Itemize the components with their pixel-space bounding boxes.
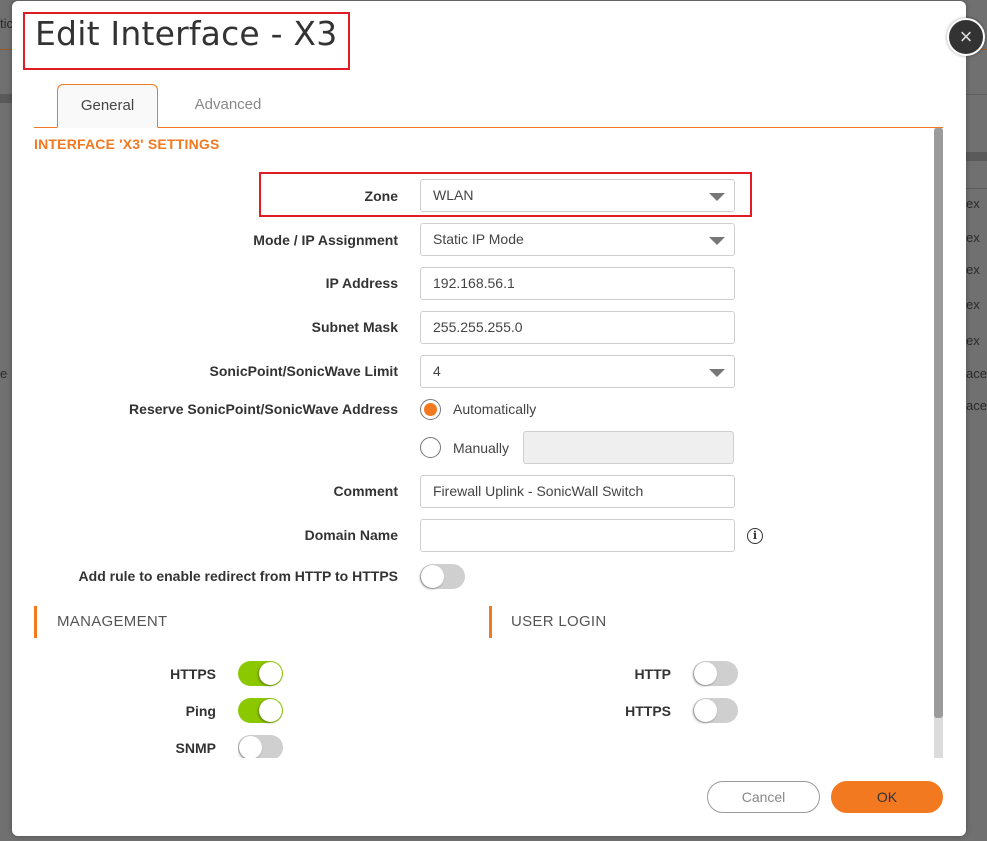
radio-manually-label: Manually xyxy=(453,440,510,456)
radio-automatically-label: Automatically xyxy=(453,401,537,417)
mode-select[interactable]: Static IP Mode xyxy=(420,223,735,256)
manual-address-input[interactable] xyxy=(523,431,734,464)
user-login-http-label: HTTP xyxy=(634,666,671,682)
close-icon: × xyxy=(959,24,973,49)
redirect-toggle[interactable] xyxy=(420,564,465,589)
zone-value: WLAN xyxy=(433,187,474,203)
domain-name-input[interactable] xyxy=(420,519,735,552)
bg-band xyxy=(966,152,987,161)
bg-fragment: e xyxy=(0,366,8,381)
close-button[interactable]: × xyxy=(947,18,985,56)
toggle-knob xyxy=(421,565,444,588)
sonicpoint-limit-value: 4 xyxy=(433,363,441,379)
mode-label: Mode / IP Assignment xyxy=(253,232,398,248)
user-login-https-toggle[interactable] xyxy=(693,698,738,723)
toggle-knob xyxy=(694,662,717,685)
user-login-title: USER LOGIN xyxy=(511,613,607,630)
domain-name-label: Domain Name xyxy=(304,527,398,543)
management-https-toggle[interactable] xyxy=(238,661,283,686)
management-title: MANAGEMENT xyxy=(57,613,168,630)
user-login-accent-bar xyxy=(489,606,492,638)
bg-divider xyxy=(0,49,12,50)
ip-address-input[interactable]: 192.168.56.1 xyxy=(420,267,735,300)
bg-fragment: ace xyxy=(966,398,987,413)
subnet-mask-label: Subnet Mask xyxy=(311,319,398,335)
management-snmp-toggle[interactable] xyxy=(238,735,283,758)
sonicpoint-limit-select[interactable]: 4 xyxy=(420,355,735,388)
comment-label: Comment xyxy=(333,483,398,499)
radio-automatically[interactable] xyxy=(420,399,441,420)
bg-fragment: ex xyxy=(966,333,980,348)
management-snmp-label: SNMP xyxy=(175,740,216,756)
redirect-label: Add rule to enable redirect from HTTP to… xyxy=(78,568,398,584)
chevron-down-icon xyxy=(709,193,725,201)
toggle-knob xyxy=(259,662,282,685)
bg-band xyxy=(0,94,12,103)
tab-advanced[interactable]: Advanced xyxy=(178,84,278,128)
management-ping-label: Ping xyxy=(185,703,216,719)
chevron-down-icon xyxy=(709,237,725,245)
bg-fragment: ex xyxy=(966,262,980,277)
bg-fragment: ex xyxy=(966,297,980,312)
toggle-knob xyxy=(694,699,717,722)
management-ping-toggle[interactable] xyxy=(238,698,283,723)
management-accent-bar xyxy=(34,606,37,638)
user-login-https-label: HTTPS xyxy=(625,703,671,719)
bg-row-line xyxy=(966,188,987,189)
tab-general[interactable]: General xyxy=(57,84,158,128)
reserve-address-label: Reserve SonicPoint/SonicWave Address xyxy=(129,401,398,417)
bg-fragment: ex xyxy=(966,230,980,245)
tabs-divider xyxy=(34,127,943,128)
ip-address-label: IP Address xyxy=(325,275,398,291)
mode-value: Static IP Mode xyxy=(433,231,524,247)
zone-select[interactable]: WLAN xyxy=(420,179,735,212)
scrollbar-thumb[interactable] xyxy=(934,128,943,718)
bg-fragment: ex xyxy=(966,196,980,211)
radio-manually[interactable] xyxy=(420,437,441,458)
user-login-http-toggle[interactable] xyxy=(693,661,738,686)
chevron-down-icon xyxy=(709,369,725,377)
dialog-title: Edit Interface - X3 xyxy=(35,14,338,53)
management-https-label: HTTPS xyxy=(170,666,216,682)
zone-label: Zone xyxy=(364,188,398,204)
section-heading: INTERFACE 'X3' SETTINGS xyxy=(34,136,220,152)
comment-input[interactable]: Firewall Uplink - SonicWall Switch xyxy=(420,475,735,508)
toggle-knob xyxy=(259,699,282,722)
subnet-mask-input[interactable]: 255.255.255.0 xyxy=(420,311,735,344)
bg-fragment: ace xyxy=(966,366,987,381)
ok-button[interactable]: OK xyxy=(831,781,943,813)
toggle-knob xyxy=(239,736,262,758)
info-icon[interactable]: i xyxy=(747,528,763,544)
bg-row-line xyxy=(966,94,987,95)
cancel-button[interactable]: Cancel xyxy=(707,781,820,813)
snmp-toggle-clip xyxy=(238,735,283,758)
sonicpoint-limit-label: SonicPoint/SonicWave Limit xyxy=(209,363,398,379)
